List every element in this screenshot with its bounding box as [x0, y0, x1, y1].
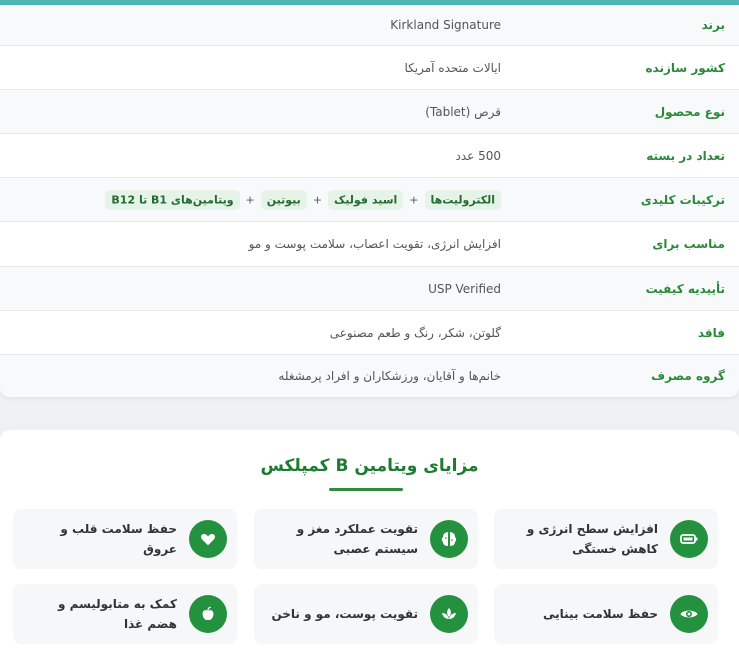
- benefits-section: مزایای ویتامین B کمپلکس افزایش سطح انرژی…: [0, 430, 739, 649]
- spec-value: ایالات متحده آمریکا: [404, 60, 502, 75]
- eye-icon: [670, 595, 708, 633]
- heart-icon: [189, 520, 227, 558]
- plus-separator: +: [245, 193, 255, 206]
- spec-row-ingredients: ترکیبات کلیدی ویتامین‌های B1 تا B12 + بی…: [0, 178, 739, 222]
- benefit-text: افزایش سطح انرژی و کاهش خستگی: [526, 522, 658, 556]
- spec-row-brand: برند Kirkland Signature: [0, 5, 739, 46]
- spec-row-count: تعداد در بسته 500 عدد: [0, 134, 739, 178]
- spec-row-free-from: فاقد گلوتن، شکر، رنگ و طعم مصنوعی: [0, 311, 739, 355]
- ingredient-chip: ویتامین‌های B1 تا B12: [105, 190, 240, 209]
- spec-value: خانم‌ها و آقایان، ورزشکاران و افراد پرمش…: [278, 369, 501, 383]
- benefit-text: تقویت پوست، مو و ناخن: [271, 607, 418, 621]
- spec-row-product-type: نوع محصول قرص (Tablet): [0, 90, 739, 134]
- spec-value: افزایش انرژی، تقویت اعصاب، سلامت پوست و …: [248, 237, 501, 251]
- spec-row-certification: تأییدیه کیفیت USP Verified: [0, 267, 739, 311]
- benefit-card: تقویت عملکرد مغز و سیستم عصبی: [254, 509, 478, 569]
- apple-icon: [189, 595, 227, 633]
- benefit-text: حفظ سلامت بینایی: [543, 607, 658, 621]
- spec-value: Kirkland Signature: [390, 18, 501, 32]
- plus-separator: +: [409, 193, 419, 206]
- spa-icon: [430, 595, 468, 633]
- benefit-text: کمک به متابولیسم و هضم غذا: [58, 597, 177, 631]
- benefit-card: کمک به متابولیسم و هضم غذا: [13, 584, 237, 644]
- spec-label: نوع محصول: [654, 104, 725, 119]
- spec-row-country: کشور سازنده ایالات متحده آمریکا: [0, 46, 739, 90]
- specifications-table: برند Kirkland Signature کشور سازنده ایال…: [0, 5, 739, 397]
- spec-label: مناسب برای: [652, 237, 725, 251]
- benefit-text: حفظ سلامت قلب و عروق: [60, 522, 177, 556]
- benefits-title: مزایای ویتامین B کمپلکس: [260, 456, 479, 476]
- benefit-card: حفظ سلامت قلب و عروق: [13, 509, 237, 569]
- spec-label: تعداد در بسته: [646, 148, 725, 163]
- spec-value: قرص (Tablet): [425, 104, 501, 119]
- spec-row-suitable-for: مناسب برای افزایش انرژی، تقویت اعصاب، سل…: [0, 222, 739, 267]
- spec-label: کشور سازنده: [645, 60, 725, 75]
- spec-label: فاقد: [697, 325, 725, 340]
- spec-value: گلوتن، شکر، رنگ و طعم مصنوعی: [329, 325, 501, 340]
- spec-label: برند: [701, 18, 725, 32]
- benefit-card: افزایش سطح انرژی و کاهش خستگی: [494, 509, 718, 569]
- spec-row-target-group: گروه مصرف خانم‌ها و آقایان، ورزشکاران و …: [0, 355, 739, 397]
- plus-separator: +: [312, 193, 323, 206]
- spec-label: ترکیبات کلیدی: [640, 192, 725, 207]
- benefit-card: تقویت پوست، مو و ناخن: [254, 584, 478, 644]
- battery-icon: [670, 520, 708, 558]
- spec-value: USP Verified: [428, 281, 501, 296]
- ingredient-chip: اسید فولیک: [328, 190, 404, 209]
- benefit-card: حفظ سلامت بینایی: [494, 584, 718, 644]
- title-underline: [329, 488, 403, 491]
- brain-icon: [430, 520, 468, 558]
- spec-label: گروه مصرف: [651, 369, 725, 383]
- ingredient-chips: ویتامین‌های B1 تا B12 + بیوتین + اسید فو…: [105, 190, 501, 209]
- spec-label: تأییدیه کیفیت: [645, 281, 725, 296]
- ingredient-chip: الکترولیت‌ها: [424, 190, 501, 209]
- benefit-text: تقویت عملکرد مغز و سیستم عصبی: [296, 522, 418, 556]
- ingredient-chip: بیوتین: [260, 190, 307, 209]
- spec-value: 500 عدد: [455, 148, 501, 163]
